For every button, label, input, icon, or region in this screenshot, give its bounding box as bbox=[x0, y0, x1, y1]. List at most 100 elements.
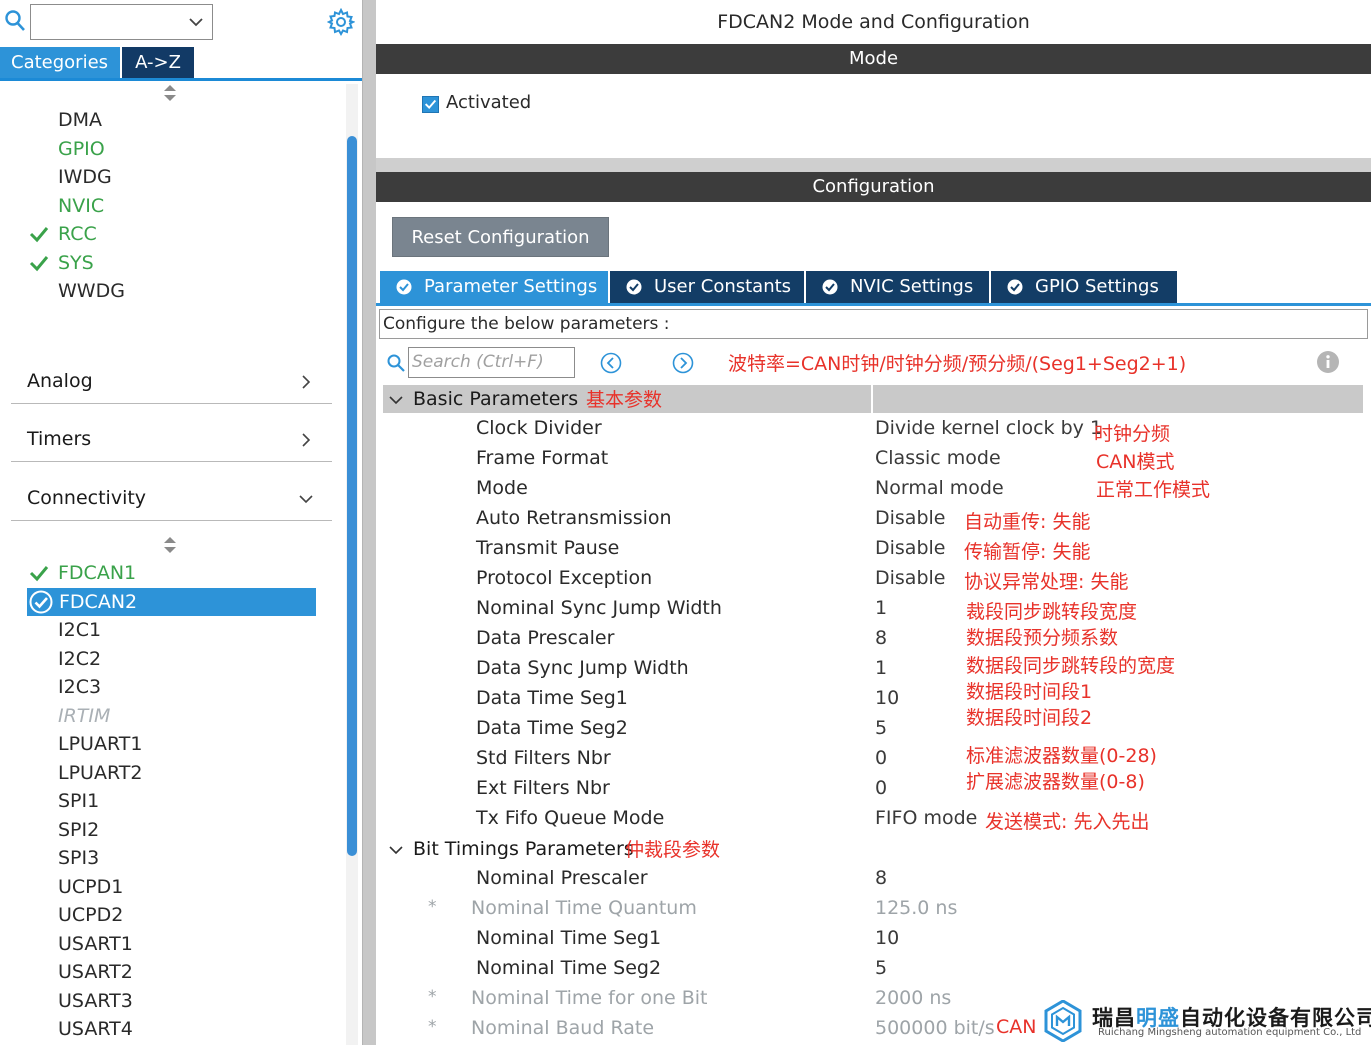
search-combo[interactable] bbox=[30, 4, 213, 40]
table-row[interactable]: Protocol Exception Disable bbox=[376, 565, 1371, 595]
next-match-icon[interactable] bbox=[672, 352, 694, 374]
tab-user-constants[interactable]: User Constants bbox=[610, 271, 804, 303]
list-item[interactable]: GPIO bbox=[58, 136, 105, 162]
list-item[interactable]: SYS bbox=[58, 250, 94, 276]
tab-parameter-settings[interactable]: Parameter Settings bbox=[380, 271, 608, 303]
table-row[interactable]: Transmit Pause Disable bbox=[376, 535, 1371, 565]
list-item[interactable]: RCC bbox=[58, 221, 97, 247]
section-connectivity[interactable]: Connectivity bbox=[11, 481, 332, 521]
logo-english-name: Ruichang Mingsheng automation equipment … bbox=[1098, 1027, 1362, 1038]
table-row[interactable]: Nominal Sync Jump Width 1 bbox=[376, 595, 1371, 625]
derived-marker: * bbox=[428, 897, 437, 917]
tab-az[interactable]: A->Z bbox=[122, 47, 194, 78]
table-row[interactable]: Nominal Time Seg2 5 bbox=[376, 955, 1371, 985]
sort-arrows-icon[interactable] bbox=[163, 84, 177, 102]
param-value[interactable]: Normal mode bbox=[875, 477, 1004, 499]
tab-label: User Constants bbox=[654, 276, 792, 297]
tab-gpio-settings[interactable]: GPIO Settings bbox=[991, 271, 1177, 303]
param-value[interactable]: 5 bbox=[875, 717, 887, 739]
list-item[interactable]: SPI3 bbox=[58, 845, 99, 871]
list-item[interactable]: WWDG bbox=[58, 278, 125, 304]
table-row[interactable]: Frame Format Classic mode bbox=[376, 445, 1371, 475]
left-scrollbar[interactable] bbox=[346, 84, 358, 1045]
table-row[interactable]: Nominal Prescaler 8 bbox=[376, 865, 1371, 895]
search-icon[interactable] bbox=[386, 353, 406, 373]
table-row[interactable]: Data Time Seg2 5 bbox=[376, 715, 1371, 745]
list-item[interactable]: I2C3 bbox=[58, 674, 101, 700]
list-item[interactable]: IWDG bbox=[58, 164, 112, 190]
list-item[interactable]: USART4 bbox=[58, 1016, 133, 1042]
list-item[interactable]: LPUART1 bbox=[58, 731, 142, 757]
param-value[interactable]: 2000 ns bbox=[875, 987, 951, 1009]
list-item[interactable]: FDCAN1 bbox=[58, 560, 136, 586]
list-item[interactable]: IRTIM bbox=[58, 703, 110, 729]
param-value[interactable]: Classic mode bbox=[875, 447, 1001, 469]
reset-configuration-button[interactable]: Reset Configuration bbox=[392, 217, 609, 257]
parameter-search-input[interactable]: Search (Ctrl+F) bbox=[408, 347, 575, 378]
list-item[interactable]: UCPD2 bbox=[58, 902, 123, 928]
table-row[interactable]: Clock Divider Divide kernel clock by 1 bbox=[376, 415, 1371, 445]
param-value[interactable]: 1 bbox=[875, 597, 887, 619]
tab-label: Parameter Settings bbox=[424, 276, 598, 297]
list-item[interactable]: UCPD1 bbox=[58, 874, 123, 900]
param-value[interactable]: Disable bbox=[875, 507, 945, 529]
group-bit-timings[interactable]: Bit Timings Parameters bbox=[383, 835, 1363, 863]
previous-match-icon[interactable] bbox=[600, 352, 622, 374]
param-value[interactable]: 10 bbox=[875, 927, 899, 949]
list-item-selected[interactable]: FDCAN2 bbox=[27, 587, 316, 616]
param-value[interactable]: Disable bbox=[875, 567, 945, 589]
list-item[interactable]: I2C2 bbox=[58, 646, 101, 672]
list-item[interactable]: I2C1 bbox=[58, 617, 101, 643]
sort-arrows-icon[interactable] bbox=[163, 536, 177, 554]
table-row[interactable]: Data Sync Jump Width 1 bbox=[376, 655, 1371, 685]
activated-checkbox[interactable] bbox=[422, 96, 439, 113]
info-icon[interactable] bbox=[1316, 350, 1340, 374]
list-item[interactable]: SPI2 bbox=[58, 817, 99, 843]
section-label: Timers bbox=[27, 428, 92, 450]
param-value[interactable]: 8 bbox=[875, 867, 887, 889]
param-name: Clock Divider bbox=[476, 417, 602, 439]
param-value[interactable]: 0 bbox=[875, 747, 887, 769]
param-value[interactable]: 5 bbox=[875, 957, 887, 979]
tab-nvic-settings[interactable]: NVIC Settings bbox=[806, 271, 989, 303]
list-item[interactable]: SPI1 bbox=[58, 788, 99, 814]
list-item[interactable]: USART1 bbox=[58, 931, 133, 957]
table-row[interactable]: Data Prescaler 8 bbox=[376, 625, 1371, 655]
panel-splitter[interactable] bbox=[362, 0, 376, 1045]
param-value[interactable]: 0 bbox=[875, 777, 887, 799]
table-row[interactable]: Auto Retransmission Disable bbox=[376, 505, 1371, 535]
group-basic-parameters[interactable]: Basic Parameters bbox=[383, 385, 1363, 413]
chevron-right-icon bbox=[302, 433, 311, 447]
scrollbar-thumb[interactable] bbox=[347, 136, 357, 856]
tab-categories[interactable]: Categories bbox=[0, 47, 120, 78]
list-item[interactable]: LPUART2 bbox=[58, 760, 142, 786]
list-item[interactable]: DMA bbox=[58, 107, 102, 133]
gear-icon[interactable] bbox=[327, 8, 355, 36]
table-row[interactable]: Nominal Time Seg1 10 bbox=[376, 925, 1371, 955]
search-icon[interactable] bbox=[4, 9, 26, 33]
section-label: Analog bbox=[27, 370, 93, 392]
table-row[interactable]: Data Time Seg1 10 bbox=[376, 685, 1371, 715]
table-row[interactable]: Ext Filters Nbr 0 bbox=[376, 775, 1371, 805]
param-value[interactable]: Divide kernel clock by 1 bbox=[875, 417, 1102, 439]
param-value[interactable]: 1 bbox=[875, 657, 887, 679]
param-value[interactable]: 10 bbox=[875, 687, 899, 709]
list-item[interactable]: USART2 bbox=[58, 959, 133, 985]
param-value[interactable]: FIFO mode bbox=[875, 807, 977, 829]
table-row[interactable]: Tx Fifo Queue Mode FIFO mode bbox=[376, 805, 1371, 835]
section-analog[interactable]: Analog bbox=[11, 364, 332, 404]
param-value[interactable]: 500000 bit/s bbox=[875, 1017, 995, 1039]
table-row[interactable]: * Nominal Time Quantum 125.0 ns bbox=[376, 895, 1371, 925]
list-item[interactable]: USART3 bbox=[58, 988, 133, 1014]
list-item[interactable]: NVIC bbox=[58, 193, 104, 219]
param-annotation: 数据段时间段2 bbox=[966, 707, 1093, 729]
param-name: Ext Filters Nbr bbox=[476, 777, 610, 799]
param-value[interactable]: Disable bbox=[875, 537, 945, 559]
check-circle-icon bbox=[29, 590, 53, 613]
table-row[interactable]: Std Filters Nbr 0 bbox=[376, 745, 1371, 775]
param-value[interactable]: 8 bbox=[875, 627, 887, 649]
param-value[interactable]: 125.0 ns bbox=[875, 897, 957, 919]
section-timers[interactable]: Timers bbox=[11, 422, 332, 462]
chevron-down-icon[interactable] bbox=[188, 14, 204, 30]
table-row[interactable]: Mode Normal mode bbox=[376, 475, 1371, 505]
